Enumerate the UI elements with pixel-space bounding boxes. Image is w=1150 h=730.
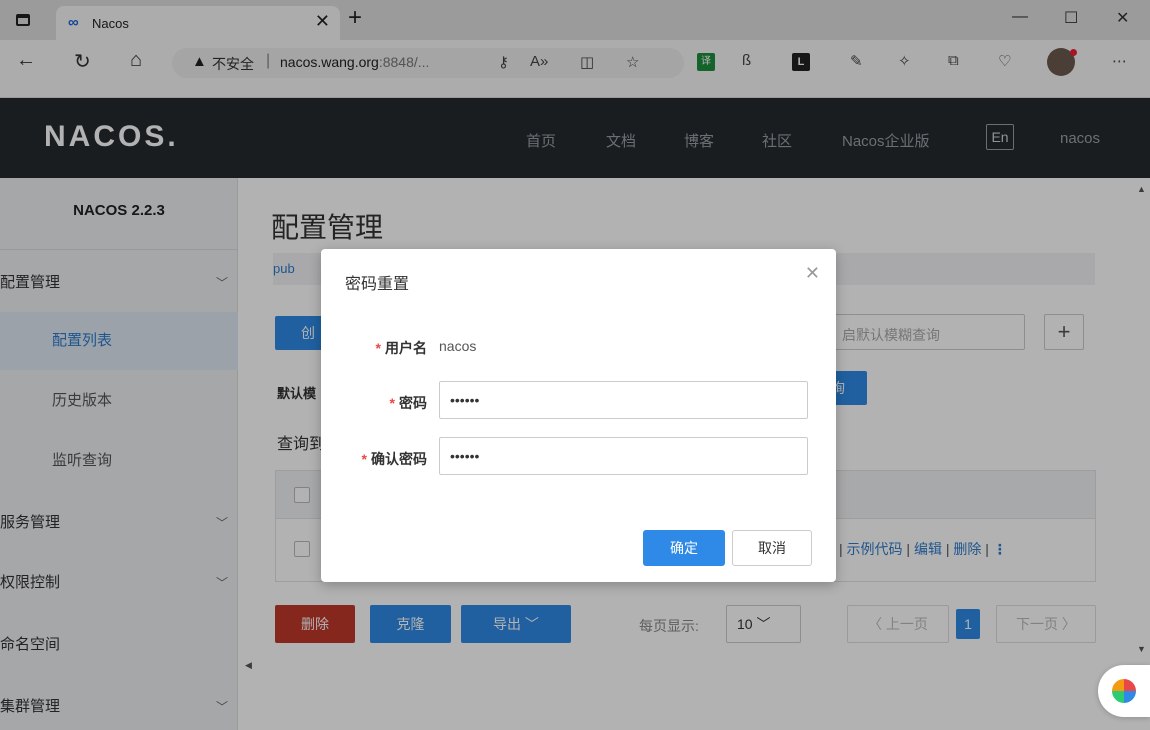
confirm-button[interactable]: 确定 <box>643 530 725 566</box>
close-icon[interactable]: ✕ <box>805 263 820 284</box>
brain-icon <box>1112 679 1136 703</box>
cancel-button[interactable]: 取消 <box>732 530 812 566</box>
username-label: * 用户名 <box>375 340 427 356</box>
password-label: * 密码 <box>389 395 427 411</box>
dialog-title: 密码重置 <box>345 276 410 293</box>
username-value: nacos <box>439 338 477 354</box>
confirm-password-label: * 确认密码 <box>361 451 427 467</box>
confirm-password-input[interactable]: •••••• <box>439 437 808 475</box>
password-reset-dialog: 密码重置 ✕ * 用户名 nacos * 密码 •••••• * 确认密码 •••••… <box>321 249 836 582</box>
password-input[interactable]: •••••• <box>439 381 808 419</box>
floating-assistant-button[interactable] <box>1098 665 1150 717</box>
